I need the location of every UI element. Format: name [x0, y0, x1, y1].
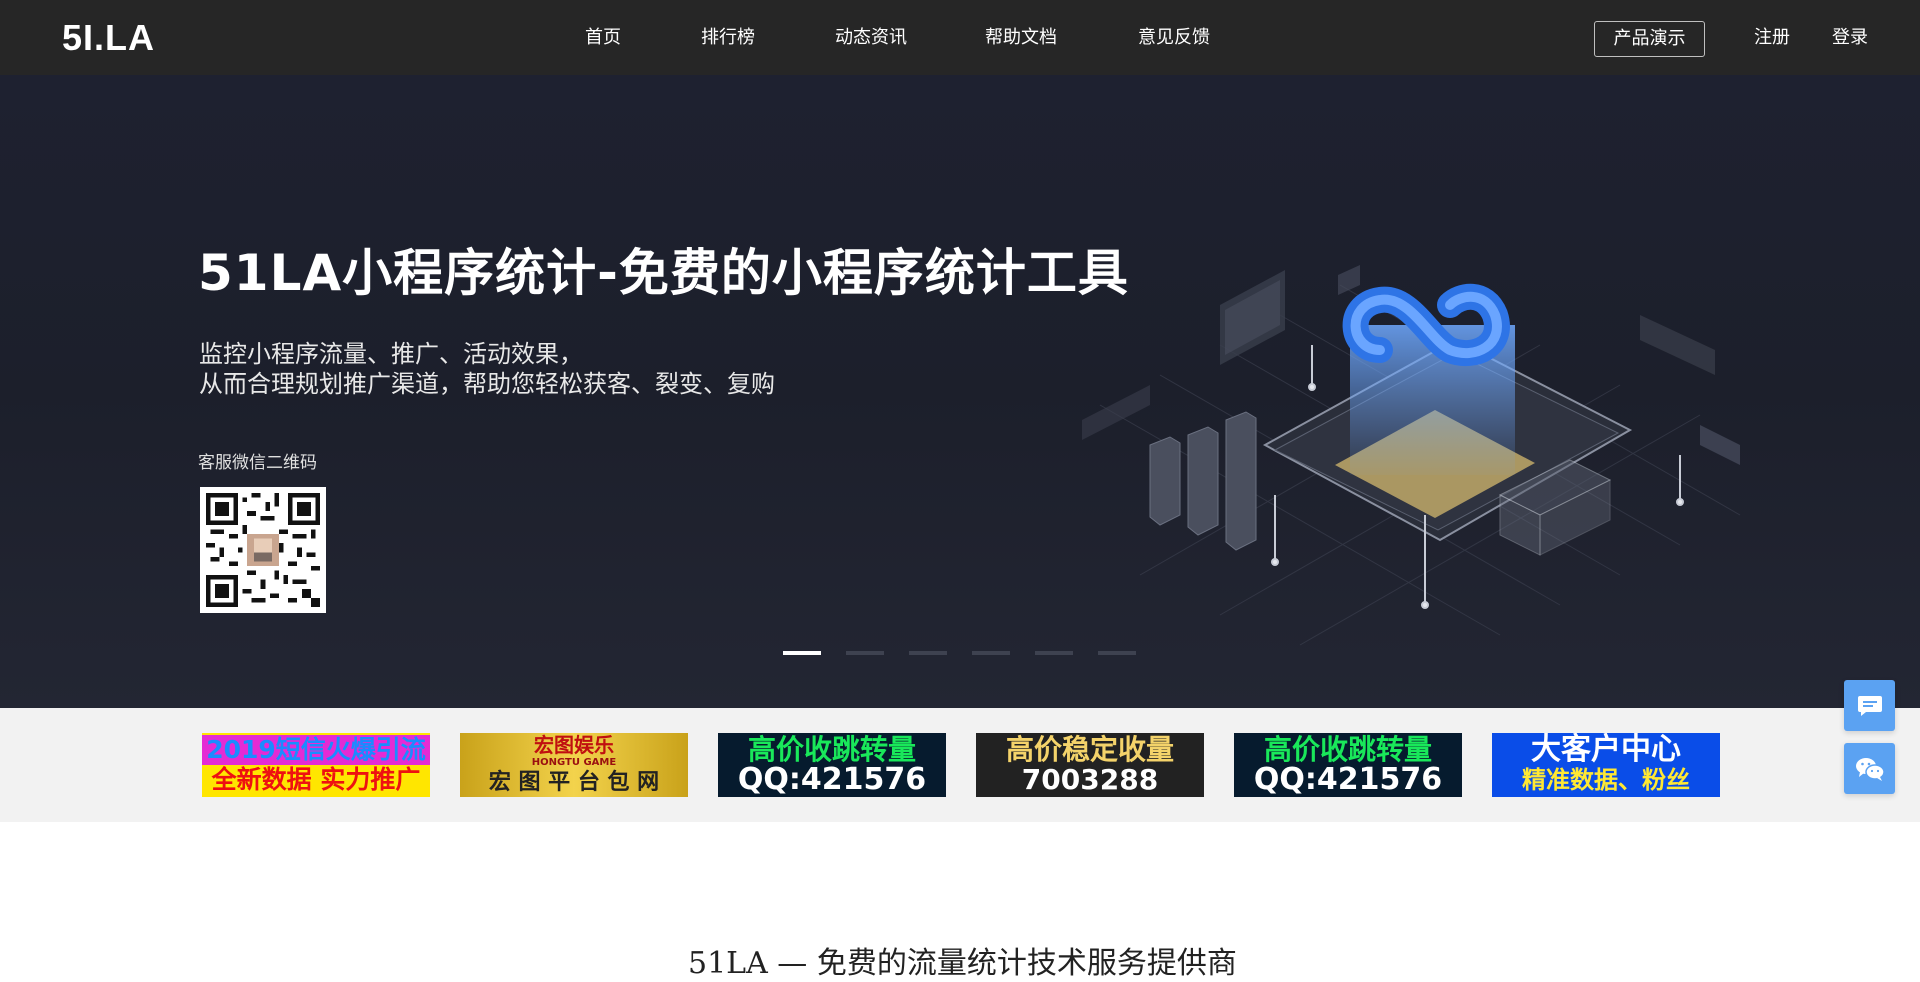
nav-ranking[interactable]: 排行榜 — [701, 26, 755, 50]
wechat-qr-code — [200, 487, 326, 613]
hero-subtitle-line2: 从而合理规划推广渠道，帮助您轻松获客、裂变、复购 — [199, 370, 775, 398]
ad-hongtu-game[interactable]: 宏图娱乐 HONGTU GAME 宏 图 平 台 包 网 — [460, 733, 688, 797]
wechat-contact-button[interactable] — [1844, 743, 1895, 794]
register-link[interactable]: 注册 — [1754, 26, 1790, 50]
nav-news[interactable]: 动态资讯 — [835, 26, 907, 50]
ad-line1: 高价收跳转量 — [747, 733, 916, 766]
hero-title: 51LA小程序统计-免费的小程序统计工具 — [198, 244, 1129, 302]
qr-code-label: 客服微信二维码 — [198, 453, 317, 473]
product-demo-button[interactable]: 产品演示 — [1594, 21, 1705, 57]
ad-line2: 宏 图 平 台 包 网 — [488, 770, 660, 795]
wechat-icon — [1855, 757, 1885, 781]
carousel-dot-6[interactable] — [1098, 651, 1136, 655]
ad-line1: 大客户中心 — [1531, 733, 1681, 767]
ad-small: HONGTU GAME — [531, 757, 617, 768]
nav-help-docs[interactable]: 帮助文档 — [985, 26, 1057, 50]
nav-home[interactable]: 首页 — [585, 26, 621, 50]
ad-line1: 高价稳定收量 — [1005, 733, 1174, 766]
ad-sms-promo[interactable]: 2019短信火爆引流 全新数据 实力推广 — [202, 733, 430, 797]
isometric-phone-illustration — [1082, 265, 1741, 646]
ad-line2: QQ:421576 — [737, 762, 927, 797]
ad-banner-strip: 2019短信火爆引流 全新数据 实力推广 宏图娱乐 HONGTU GAME 宏 … — [0, 708, 1920, 822]
ad-vip-center[interactable]: 大客户中心 精准数据、粉丝 — [1492, 733, 1720, 797]
ad-line2: QQ:421576 — [1253, 762, 1443, 797]
ad-traffic-qq-1[interactable]: 高价收跳转量 QQ:421576 — [718, 733, 946, 797]
ad-line2: 全新数据 实力推广 — [211, 765, 421, 794]
ad-line1: 高价收跳转量 — [1263, 733, 1432, 766]
carousel-indicators — [783, 651, 1136, 655]
hero-subtitle-line1: 监控小程序流量、推广、活动效果， — [199, 340, 583, 368]
section-title: 51LA — 免费的流量统计技术服务提供商 — [688, 946, 1237, 981]
login-link[interactable]: 登录 — [1832, 26, 1868, 50]
ad-line2: 7003288 — [1021, 763, 1159, 796]
carousel-dot-5[interactable] — [1035, 651, 1073, 655]
ad-traffic-qq-2[interactable]: 高价收跳转量 QQ:421576 — [1234, 733, 1462, 797]
top-navbar: 5I.LA 首页 排行榜 动态资讯 帮助文档 意见反馈 产品演示 注册 登录 — [0, 0, 1920, 75]
ad-line1: 2019短信火爆引流 — [202, 735, 430, 765]
carousel-dot-3[interactable] — [909, 651, 947, 655]
carousel-dot-2[interactable] — [846, 651, 884, 655]
online-chat-button[interactable] — [1844, 680, 1895, 731]
chat-bubble-icon — [1857, 695, 1882, 716]
hero-banner: 51LA小程序统计-免费的小程序统计工具 监控小程序流量、推广、活动效果， 从而… — [0, 75, 1920, 708]
ad-line1: 宏图娱乐 — [534, 733, 614, 757]
carousel-dot-1[interactable] — [783, 651, 821, 655]
nav-feedback[interactable]: 意见反馈 — [1138, 26, 1210, 50]
ad-stable-traffic[interactable]: 高价稳定收量 7003288 — [976, 733, 1204, 797]
ad-line2: 精准数据、粉丝 — [1522, 766, 1690, 794]
carousel-dot-4[interactable] — [972, 651, 1010, 655]
site-logo[interactable]: 5I.LA — [62, 18, 155, 58]
